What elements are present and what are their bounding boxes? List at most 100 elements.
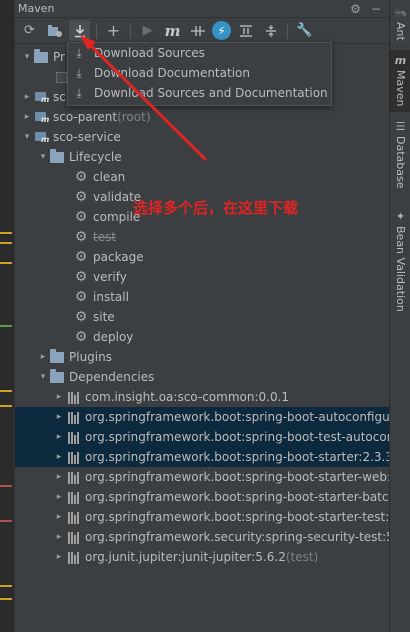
expand-arrow-icon[interactable]: ▸ [53, 512, 65, 522]
toolbar-separator [96, 22, 97, 39]
tree-row-goal-install[interactable]: ⚙ install [15, 287, 389, 307]
folder-icon [49, 148, 65, 165]
expand-arrow-icon[interactable]: ▸ [53, 452, 65, 462]
maven-toolbar: ⟳ + ▶ m ⚡ 🔧 [15, 18, 389, 44]
expand-arrow-icon[interactable]: ▸ [53, 392, 65, 402]
menu-item-download-documentation[interactable]: ⤓ Download Documentation [68, 63, 331, 83]
collapse-all-icon[interactable] [260, 20, 281, 41]
maven-module-icon [33, 89, 49, 105]
toolbar-separator [287, 22, 288, 39]
library-icon [65, 429, 81, 445]
maven-project-tree: ▾ Pr ▸ sc ▸ sco-parent (root) ▾ sco-serv… [15, 44, 389, 632]
expand-arrow-icon[interactable]: ▸ [53, 492, 65, 502]
gutter-marker [0, 405, 12, 407]
download-icon: ⤓ [76, 85, 82, 100]
tool-window-title: Maven [18, 2, 55, 15]
tree-row-dependency[interactable]: ▸ org.springframework.boot:spring-boot-s… [15, 487, 389, 507]
menu-item-download-sources-and-documentation[interactable]: ⤓ Download Sources and Documentation [68, 83, 331, 103]
tree-row-goal-clean[interactable]: ⚙ clean [15, 167, 389, 187]
expand-arrow-icon[interactable]: ▸ [53, 432, 65, 442]
tree-row-goal-deploy[interactable]: ⚙ deploy [15, 327, 389, 347]
tree-row-dependency[interactable]: ▸ org.springframework.boot:spring-boot-t… [15, 427, 389, 447]
gear-icon: ⚙ [74, 269, 88, 285]
expand-arrow-icon[interactable]: ▸ [53, 552, 65, 562]
library-icon [65, 489, 81, 505]
library-icon [65, 549, 81, 565]
expand-arrow-icon[interactable]: ▸ [37, 352, 49, 362]
download-dropdown-menu: ⤓ Download Sources ⤓ Download Documentat… [67, 42, 332, 106]
expand-arrow-icon[interactable]: ▸ [21, 92, 33, 102]
tree-row-dependency[interactable]: ▸ org.springframework.boot:spring-boot-a… [15, 407, 389, 427]
side-tab-bean-validation[interactable]: ✦ Bean Validation [390, 210, 410, 312]
tree-row-goal-verify[interactable]: ⚙ verify [15, 267, 389, 287]
skip-tests-icon[interactable]: ⚡ [212, 21, 231, 40]
reload-icon[interactable]: ⟳ [19, 20, 40, 41]
folder-icon [49, 368, 65, 385]
side-tab-ant[interactable]: 🐜 Ant [390, 6, 410, 41]
tree-row-dependency[interactable]: ▸ com.insight.oa:sco-common:0.0.1 [15, 387, 389, 407]
gutter-marker [0, 585, 12, 587]
collapse-arrow-icon[interactable]: ▾ [37, 372, 49, 382]
download-sources-button[interactable] [69, 20, 90, 41]
toggle-offline-icon[interactable] [187, 20, 208, 41]
tree-row-dependency[interactable]: ▸ org.junit.jupiter:junit-jupiter:5.6.2 … [15, 547, 389, 567]
folder-icon [49, 348, 65, 365]
gear-icon[interactable]: ⚙ [350, 2, 361, 16]
expand-arrow-icon[interactable]: ▸ [53, 412, 65, 422]
tree-row-dependency[interactable]: ▸ org.springframework.security:spring-se… [15, 527, 389, 547]
tree-row-sco-service[interactable]: ▾ sco-service [15, 127, 389, 147]
gutter-marker [0, 262, 12, 264]
right-tool-strip: 🐜 Ant m Maven ☰ Database ✦ Bean Validati… [389, 0, 410, 632]
side-tab-maven[interactable]: m Maven [390, 50, 410, 113]
gear-icon: ⚙ [74, 289, 88, 305]
plus-icon[interactable]: + [103, 20, 124, 41]
tree-row-goal-site[interactable]: ⚙ site [15, 307, 389, 327]
add-project-icon[interactable] [44, 20, 65, 41]
side-tab-database[interactable]: ☰ Database [390, 120, 410, 189]
gear-icon: ⚙ [74, 189, 88, 205]
minimize-icon[interactable]: − [371, 2, 381, 16]
library-icon [65, 469, 81, 485]
maven-icon: m [394, 54, 407, 67]
menu-item-download-sources[interactable]: ⤓ Download Sources [68, 43, 331, 63]
library-icon [65, 509, 81, 525]
download-icon: ⤓ [76, 65, 82, 80]
collapse-arrow-icon[interactable]: ▾ [37, 152, 49, 162]
gutter-marker [0, 598, 12, 600]
gear-icon: ⚙ [74, 209, 88, 225]
toolbar-separator [130, 22, 131, 39]
expand-arrow-icon[interactable]: ▸ [53, 472, 65, 482]
bean-validation-icon: ✦ [395, 210, 406, 223]
expand-arrow-icon[interactable]: ▸ [21, 112, 33, 122]
maven-tool-window: Maven ⚙ − ⟳ + ▶ m ⚡ 🔧 ▾ Pr ▸ m sc ▸ m sc… [15, 0, 389, 632]
expand-arrow-icon[interactable]: ▸ [53, 532, 65, 542]
tree-row-dependency[interactable]: ▸ org.springframework.boot:spring-boot-s… [15, 467, 389, 487]
tree-row-lifecycle[interactable]: ▾ Lifecycle [15, 147, 389, 167]
database-icon: ☰ [395, 120, 406, 133]
tree-row-goal-package[interactable]: ⚙ package [15, 247, 389, 267]
gutter-marker [0, 242, 12, 244]
gear-icon: ⚙ [74, 229, 88, 245]
gutter-marker [0, 520, 12, 522]
tree-row-goal-test[interactable]: ⚙ test [15, 227, 389, 247]
collapse-arrow-icon[interactable]: ▾ [21, 132, 33, 142]
tree-row-plugins[interactable]: ▸ Plugins [15, 347, 389, 367]
maven-module-icon [33, 129, 49, 145]
download-icon: ⤓ [76, 45, 82, 60]
tree-row-dependency[interactable]: ▸ org.springframework.boot:spring-boot-s… [15, 507, 389, 527]
library-icon [65, 529, 81, 545]
folder-icon [33, 48, 49, 65]
tree-row-dependencies[interactable]: ▾ Dependencies [15, 367, 389, 387]
tree-row-dependency[interactable]: ▸ org.springframework.boot:spring-boot-s… [15, 447, 389, 467]
maven-goal-icon[interactable]: m [162, 20, 183, 41]
show-dependencies-icon[interactable] [235, 20, 256, 41]
gear-icon: ⚙ [74, 329, 88, 345]
ant-icon: 🐜 [393, 6, 408, 19]
run-icon[interactable]: ▶ [137, 20, 158, 41]
tree-row-sco-parent[interactable]: ▸ sco-parent (root) [15, 107, 389, 127]
annotation-text: 选择多个后，在这里下载 [133, 199, 299, 217]
settings-icon[interactable]: 🔧 [294, 20, 315, 41]
collapse-arrow-icon[interactable]: ▾ [21, 52, 33, 62]
editor-gutter [0, 0, 15, 632]
tool-window-header: Maven ⚙ − [15, 0, 389, 18]
